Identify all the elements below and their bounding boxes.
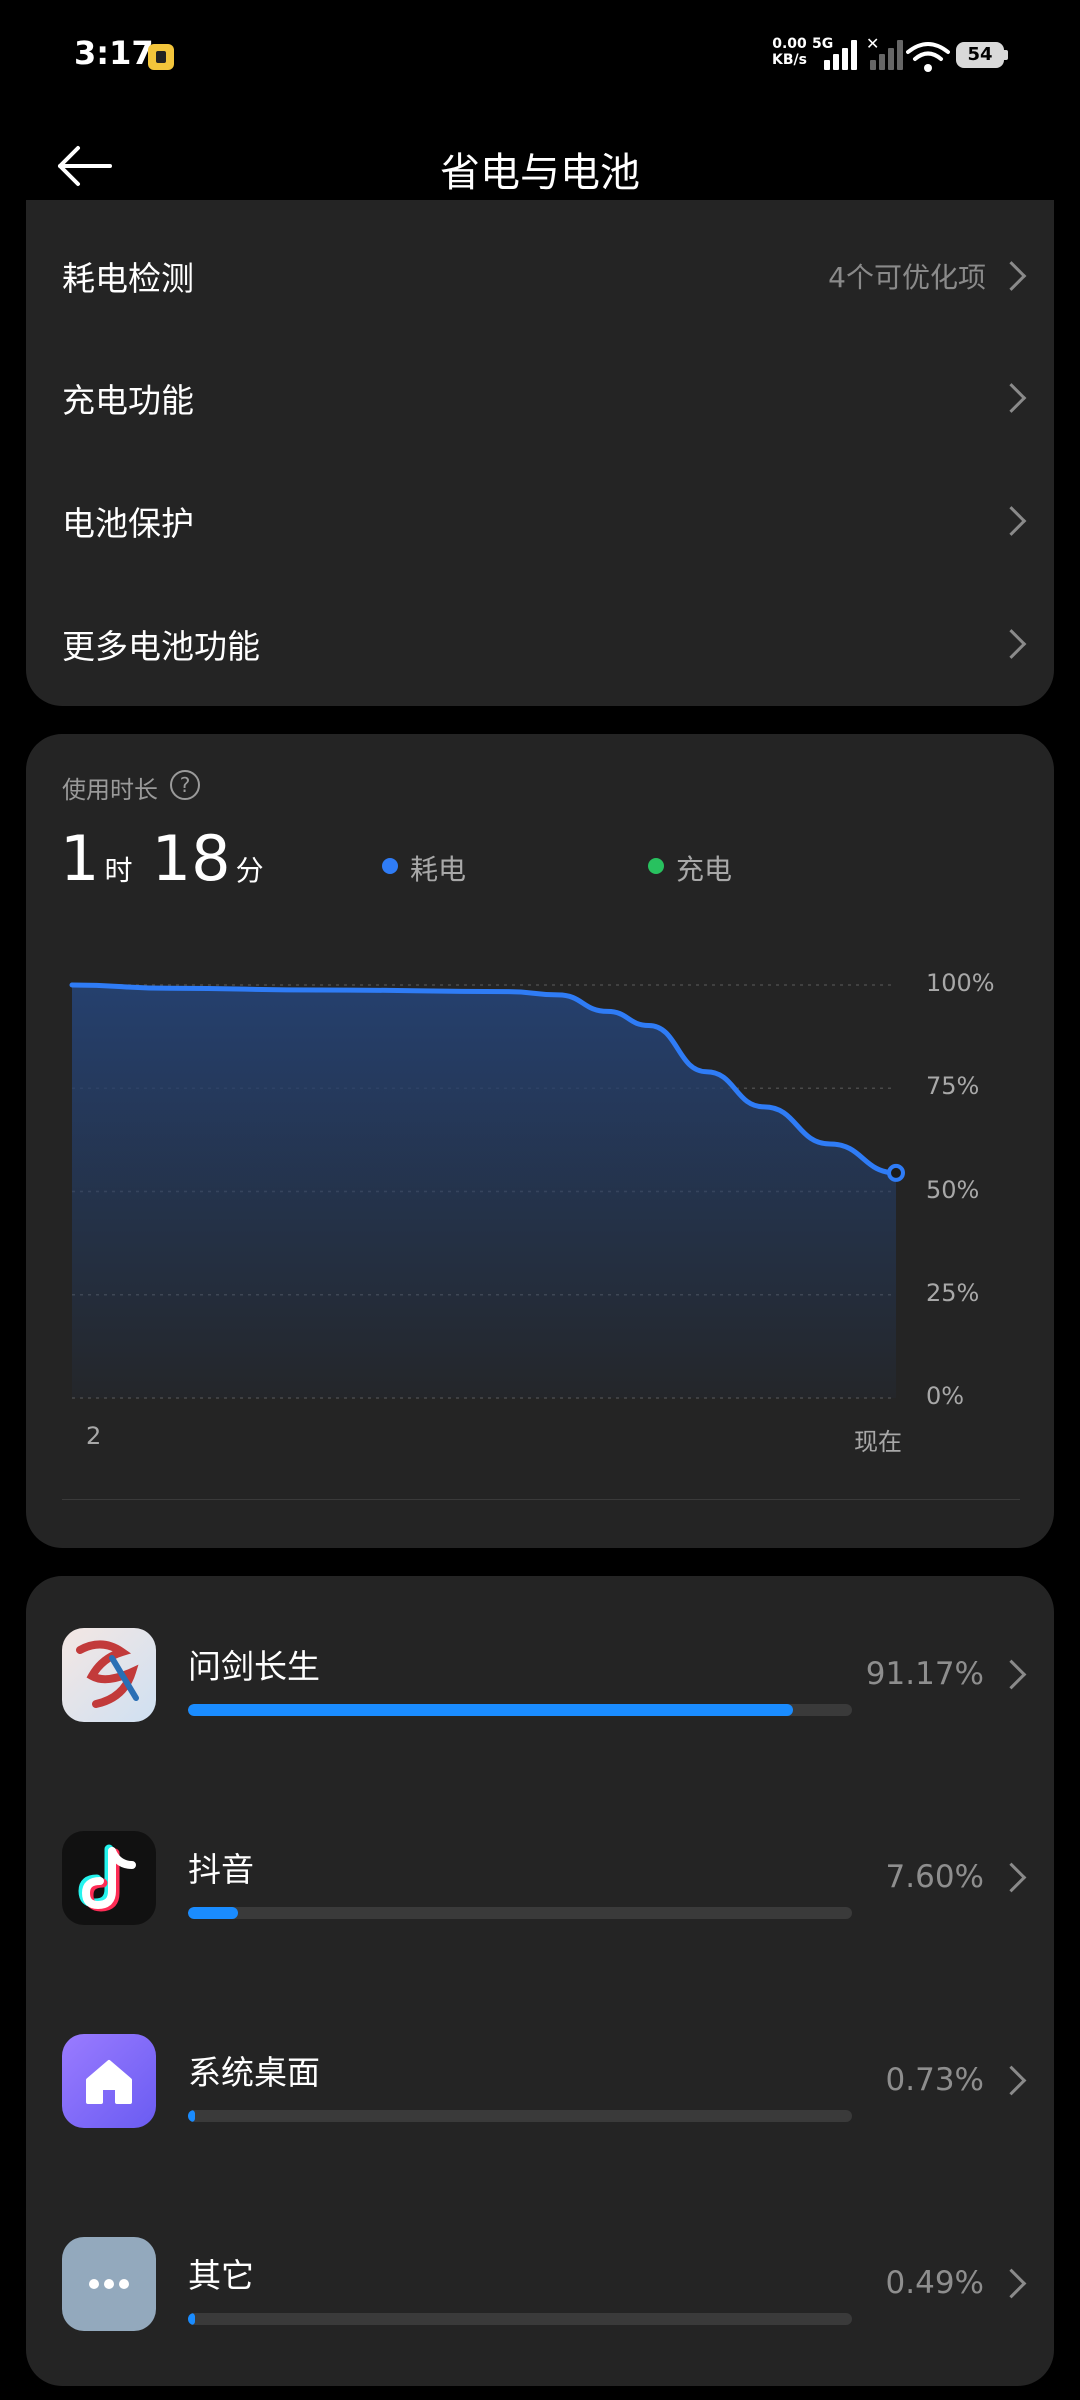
page-title: 省电与电池 (440, 150, 640, 196)
y-tick-label: 75% (926, 1072, 980, 1101)
usage-bar-fill (188, 2110, 195, 2122)
more-dots-icon (62, 2237, 156, 2331)
menu-item-charging[interactable]: 充电功能 (26, 338, 1054, 458)
app-usage-card: 问剑长生 91.17% 抖音 7.60% 系统桌面 0.73% 其它 0.49% (26, 1576, 1054, 2386)
legend-discharge-label: 耗电 (410, 853, 467, 886)
app-row-other[interactable]: 其它 0.49% (26, 2185, 1054, 2385)
battery-tip (1004, 50, 1008, 60)
chevron-right-icon (996, 1659, 1027, 1690)
network-speed: 0.00 KB/s (772, 36, 807, 68)
app-name: 问剑长生 (188, 1647, 320, 1686)
app-row-wenjian[interactable]: 问剑长生 91.17% (26, 1576, 1054, 1776)
y-tick-label: 100% (926, 969, 995, 997)
usage-hours-unit: 时 (104, 854, 133, 887)
signal-strength-icon (820, 38, 860, 70)
help-icon[interactable]: ? (170, 770, 200, 800)
menu-item-label: 耗电检测 (62, 259, 194, 298)
home-app-icon (62, 2034, 156, 2128)
menu-item-label: 充电功能 (62, 381, 194, 420)
x-tick-now: 现在 (854, 1428, 902, 1456)
chevron-right-icon (996, 261, 1027, 291)
chevron-right-icon (996, 506, 1027, 536)
menu-item-value: 4个可优化项 (828, 261, 986, 294)
battery-menu-card: 耗电检测 4个可优化项 充电功能 电池保护 更多电池功能 (26, 200, 1054, 706)
usage-label: 使用时长 (62, 776, 158, 804)
usage-bar-fill (188, 2313, 195, 2325)
y-tick-label: 25% (926, 1278, 980, 1307)
chevron-right-icon (996, 2268, 1027, 2299)
current-level-marker (887, 1163, 905, 1182)
usage-minutes-unit: 分 (235, 854, 264, 887)
app-percent: 0.49% (885, 2265, 984, 2301)
signal-strength-2-icon (866, 38, 906, 70)
usage-bar (188, 2110, 852, 2122)
app-percent: 0.73% (885, 2062, 984, 2098)
y-tick-label: 0% (926, 1382, 965, 1410)
wifi-icon (906, 42, 950, 72)
usage-duration: 1 时 18 分 (60, 822, 264, 895)
usage-bar (188, 1907, 852, 1919)
network-speed-unit: KB/s (772, 52, 807, 68)
usage-bar-fill (188, 1704, 794, 1716)
legend-charge-label: 充电 (676, 853, 733, 886)
status-time: 3:17 (74, 34, 154, 72)
menu-item-label: 电池保护 (62, 504, 194, 543)
app-name: 抖音 (188, 1850, 254, 1889)
menu-item-more-battery-features[interactable]: 更多电池功能 (26, 584, 1054, 704)
app-percent: 91.17% (865, 1656, 984, 1692)
app-row-launcher[interactable]: 系统桌面 0.73% (26, 1982, 1054, 2182)
wenjian-app-icon (62, 1628, 156, 1722)
douyin-app-icon (62, 1831, 156, 1925)
battery-icon: 54 (956, 42, 1004, 68)
menu-item-battery-protection[interactable]: 电池保护 (26, 461, 1054, 581)
usage-divider (62, 1499, 1020, 1500)
y-tick-label: 50% (926, 1175, 980, 1204)
chevron-right-icon (996, 2065, 1027, 2096)
usage-bar (188, 1704, 852, 1716)
usage-hours: 1 (60, 822, 100, 895)
legend-charge-dot (648, 858, 664, 874)
network-speed-value: 0.00 (772, 36, 807, 52)
chevron-right-icon (996, 629, 1027, 659)
app-name: 其它 (188, 2256, 254, 2295)
chevron-right-icon (996, 1862, 1027, 1893)
chevron-right-icon (996, 383, 1027, 413)
discharge-area (72, 985, 896, 1398)
app-percent: 7.60% (885, 1859, 984, 1895)
menu-item-power-detection[interactable]: 耗电检测 4个可优化项 (26, 216, 1054, 336)
usage-bar-fill (188, 1907, 239, 1919)
app-name: 系统桌面 (188, 2053, 320, 2092)
app-row-douyin[interactable]: 抖音 7.60% (26, 1779, 1054, 1979)
usage-minutes: 18 (151, 822, 231, 895)
menu-item-label: 更多电池功能 (62, 627, 260, 666)
legend-discharge-dot (382, 858, 398, 874)
usage-bar (188, 2313, 852, 2325)
x-tick-start: 2 (86, 1422, 102, 1450)
battery-usage-chart (69, 982, 905, 1399)
notification-badge-icon (148, 44, 174, 70)
